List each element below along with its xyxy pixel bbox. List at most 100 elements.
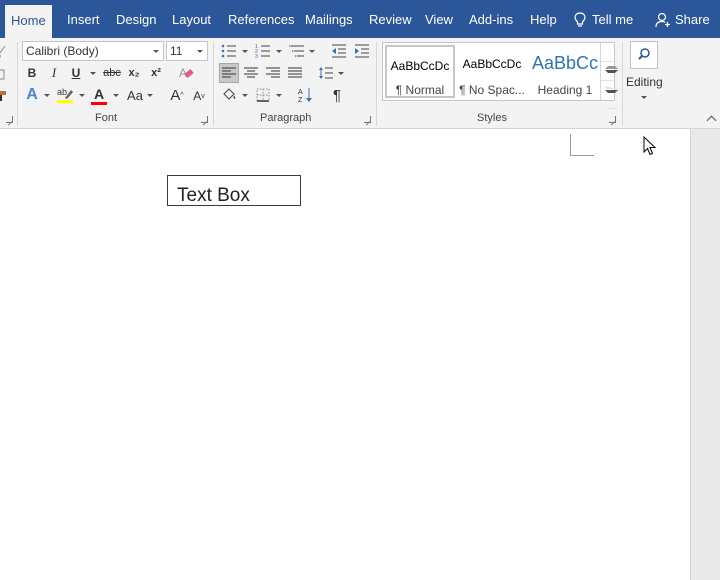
format-painter-icon[interactable] bbox=[0, 86, 8, 106]
style-normal-name: ¶ Normal bbox=[395, 83, 445, 97]
gallery-scroll-up-button[interactable] bbox=[601, 43, 618, 69]
tab-design[interactable]: Design bbox=[116, 0, 156, 38]
italic-button[interactable]: I bbox=[44, 63, 64, 83]
style-heading-1-name: Heading 1 bbox=[537, 83, 593, 97]
vertical-scrollbar[interactable] bbox=[690, 129, 720, 580]
editing-dropdown-icon[interactable] bbox=[641, 96, 647, 99]
sort-icon: AZ bbox=[298, 88, 312, 103]
numbering-dropdown-icon[interactable] bbox=[276, 50, 282, 53]
text-box[interactable]: Text Box bbox=[167, 175, 301, 206]
borders-icon bbox=[256, 88, 270, 102]
tab-help[interactable]: Help bbox=[530, 0, 557, 38]
style-no-spacing-name: ¶ No Spac... bbox=[459, 83, 525, 97]
highlight-button[interactable]: ab bbox=[55, 85, 75, 105]
paragraph-group-label: Paragraph bbox=[260, 112, 312, 124]
shrink-font-label: A bbox=[193, 89, 202, 103]
text-effects-button[interactable]: A bbox=[22, 85, 42, 105]
font-color-swatch bbox=[91, 102, 107, 105]
font-size-box[interactable]: 11 bbox=[166, 41, 208, 61]
subscript-button[interactable]: x₂ bbox=[124, 63, 144, 83]
tab-home[interactable]: Home bbox=[5, 5, 52, 38]
shrink-font-button[interactable]: Av bbox=[189, 86, 209, 106]
tab-mailings[interactable]: Mailings bbox=[305, 0, 353, 38]
bullets-button[interactable] bbox=[219, 41, 239, 61]
style-normal-preview: AaBbCcDc bbox=[390, 59, 450, 73]
strikethrough-button[interactable]: abc bbox=[100, 63, 124, 83]
change-case-button[interactable]: Aa bbox=[124, 85, 146, 105]
document-canvas[interactable] bbox=[0, 129, 690, 580]
shading-button[interactable] bbox=[219, 85, 239, 105]
align-left-icon bbox=[222, 67, 236, 78]
align-center-button[interactable] bbox=[241, 63, 261, 83]
borders-button[interactable] bbox=[253, 85, 273, 105]
styles-group-label: Styles bbox=[477, 112, 507, 124]
font-group-label: Font bbox=[95, 112, 118, 124]
tab-layout[interactable]: Layout bbox=[172, 0, 211, 38]
cut-icon[interactable] bbox=[0, 42, 8, 62]
paint-bucket-icon bbox=[223, 88, 236, 100]
tab-view[interactable]: View bbox=[425, 0, 453, 38]
decrease-indent-icon bbox=[332, 44, 346, 58]
collapse-ribbon-icon[interactable] bbox=[706, 115, 717, 126]
font-name-box[interactable]: Calibri (Body) bbox=[22, 41, 164, 61]
tell-me-button[interactable]: Tell me bbox=[574, 0, 633, 38]
style-no-spacing[interactable]: AaBbCcDc ¶ No Spac... bbox=[457, 45, 527, 98]
style-heading-1[interactable]: AaBbCc Heading 1 bbox=[529, 45, 601, 98]
style-normal[interactable]: AaBbCcDc ¶ Normal bbox=[385, 45, 455, 98]
style-no-spacing-preview: AaBbCcDc bbox=[462, 57, 522, 71]
person-add-icon bbox=[655, 12, 670, 28]
font-color-button[interactable]: A bbox=[89, 84, 109, 104]
multilevel-dropdown-icon[interactable] bbox=[309, 50, 315, 53]
font-dialog-launcher[interactable] bbox=[201, 116, 208, 123]
svg-text:3: 3 bbox=[255, 54, 258, 58]
svg-text:A: A bbox=[298, 89, 303, 96]
align-right-icon bbox=[266, 67, 280, 78]
sort-button[interactable]: AZ bbox=[296, 85, 316, 105]
gallery-scroll-down-button[interactable] bbox=[601, 62, 618, 89]
borders-dropdown-icon[interactable] bbox=[276, 94, 282, 97]
bullet-list-icon bbox=[221, 44, 236, 58]
share-button[interactable]: Share bbox=[655, 0, 710, 38]
find-button[interactable] bbox=[630, 41, 658, 69]
font-color-dropdown-icon[interactable] bbox=[113, 94, 119, 97]
multilevel-list-icon bbox=[289, 45, 304, 57]
styles-dialog-launcher[interactable] bbox=[609, 116, 616, 123]
tab-insert[interactable]: Insert bbox=[67, 0, 100, 38]
bullets-dropdown-icon[interactable] bbox=[242, 50, 248, 53]
tab-references[interactable]: References bbox=[228, 0, 294, 38]
underline-button[interactable]: U bbox=[66, 63, 86, 83]
highlight-dropdown-icon[interactable] bbox=[79, 94, 85, 97]
copy-icon[interactable] bbox=[0, 64, 8, 84]
clipboard-dialog-launcher[interactable] bbox=[6, 116, 13, 123]
chevron-down-icon bbox=[153, 50, 159, 53]
paragraph-dialog-launcher[interactable] bbox=[364, 116, 371, 123]
tab-add-ins[interactable]: Add-ins bbox=[469, 0, 513, 38]
bold-button[interactable]: B bbox=[22, 63, 42, 83]
grow-font-button[interactable]: A ^ bbox=[167, 85, 187, 105]
increase-indent-button[interactable] bbox=[352, 41, 372, 61]
eraser-icon: A bbox=[179, 66, 194, 80]
align-left-button[interactable] bbox=[219, 63, 239, 83]
numbering-button[interactable]: 123 bbox=[253, 41, 273, 61]
share-label: Share bbox=[675, 12, 710, 27]
editing-button-label[interactable]: Editing bbox=[626, 75, 663, 89]
highlighter-icon: ab bbox=[57, 87, 73, 103]
show-formatting-marks-button[interactable]: ¶ bbox=[327, 85, 347, 105]
change-case-dropdown-icon[interactable] bbox=[147, 94, 153, 97]
align-right-button[interactable] bbox=[263, 63, 283, 83]
shading-dropdown-icon[interactable] bbox=[242, 94, 248, 97]
svg-text:Z: Z bbox=[298, 97, 303, 103]
tab-review[interactable]: Review bbox=[369, 0, 412, 38]
styles-gallery: AaBbCcDc ¶ Normal AaBbCcDc ¶ No Spac... … bbox=[382, 42, 618, 109]
text-effects-dropdown-icon[interactable] bbox=[44, 94, 50, 97]
line-spacing-button[interactable] bbox=[316, 63, 336, 83]
underline-dropdown-icon[interactable] bbox=[90, 72, 96, 75]
line-spacing-dropdown-icon[interactable] bbox=[338, 72, 344, 75]
decrease-indent-button[interactable] bbox=[329, 41, 349, 61]
multilevel-list-button[interactable] bbox=[287, 41, 307, 61]
clear-formatting-button[interactable]: A bbox=[176, 63, 196, 83]
justify-button[interactable] bbox=[285, 63, 305, 83]
increase-indent-icon bbox=[355, 44, 369, 58]
superscript-button[interactable]: x² bbox=[146, 63, 166, 83]
gallery-more-button[interactable] bbox=[601, 81, 618, 109]
